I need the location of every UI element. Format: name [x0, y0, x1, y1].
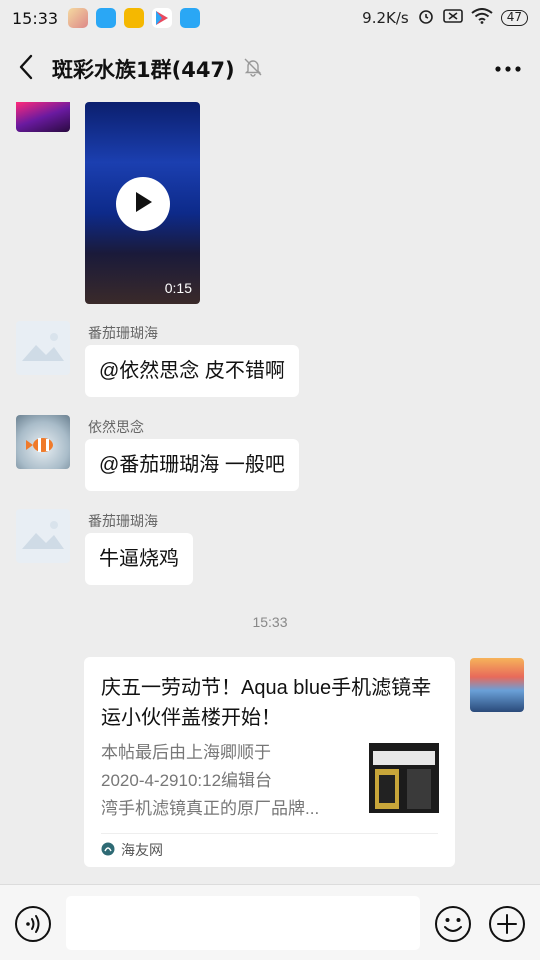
message-bubble[interactable]: @番茄珊瑚海 一般吧: [85, 439, 299, 491]
input-bar: [0, 884, 540, 960]
play-store-icon: [152, 8, 173, 28]
more-actions-button[interactable]: [488, 905, 526, 948]
network-speed: 9.2K/s: [362, 9, 409, 27]
app-icon-5: [180, 8, 201, 28]
bell-off-icon: [243, 57, 263, 82]
alarm-icon: [417, 7, 435, 29]
plus-icon: [488, 906, 526, 947]
image-placeholder-icon: [16, 321, 70, 375]
message-bubble[interactable]: 牛逼烧鸡: [85, 533, 193, 585]
chat-header: 斑彩水族1群(447): [0, 36, 540, 102]
status-bar: 15:33 9.2K/s 47: [0, 0, 540, 36]
avatar[interactable]: [16, 509, 70, 563]
app-icon-1: [68, 8, 89, 28]
app-icon-3: [124, 8, 145, 28]
sender-name: 番茄珊瑚海: [88, 513, 158, 529]
card-description: 本帖最后由上海卿顺于 2020-4-2910:12编辑台 湾手机滤镜真正的原厂品…: [101, 743, 320, 818]
message-timestamp: 15:33: [252, 614, 288, 630]
emoji-icon: [434, 906, 472, 947]
voice-icon: [14, 906, 52, 947]
sim-off-icon: [442, 8, 463, 28]
voice-button[interactable]: [14, 905, 52, 948]
card-source: 海友网: [101, 840, 163, 860]
message-bubble[interactable]: @依然思念 皮不错啊: [85, 345, 299, 397]
play-button[interactable]: [116, 177, 170, 231]
back-button[interactable]: [0, 36, 52, 102]
sender-name: 番茄珊瑚海: [88, 325, 158, 341]
message-input[interactable]: [66, 896, 420, 950]
avatar[interactable]: [16, 102, 70, 132]
video-duration: 0:15: [164, 280, 192, 296]
emoji-button[interactable]: [434, 905, 472, 948]
card-divider: [101, 833, 438, 834]
play-icon: [132, 190, 154, 219]
app-icon-2: [96, 8, 117, 28]
chevron-left-icon: [18, 54, 34, 85]
more-button[interactable]: [494, 58, 522, 85]
clownfish-avatar-image: [26, 438, 53, 452]
battery-indicator: 47: [500, 10, 528, 26]
status-time: 15:33: [12, 8, 59, 28]
wifi-icon: [471, 8, 493, 28]
link-card[interactable]: 庆五一劳动节！Aqua blue手机滤镜幸运小伙伴盖楼开始！ 本帖最后由上海卿顺…: [84, 657, 455, 867]
sender-name: 依然思念: [88, 419, 144, 435]
self-avatar[interactable]: [470, 658, 524, 712]
image-placeholder-icon: [16, 509, 70, 563]
card-thumbnail: [369, 743, 439, 813]
card-title: 庆五一劳动节！Aqua blue手机滤镜幸运小伙伴盖楼开始！: [101, 677, 432, 729]
card-source-label: 海友网: [121, 842, 163, 858]
video-message[interactable]: 0:15: [85, 102, 200, 304]
more-horizontal-icon: [494, 66, 522, 84]
avatar[interactable]: [16, 415, 70, 469]
source-logo-icon: [101, 842, 115, 859]
chat-title: 斑彩水族1群(447): [52, 58, 235, 82]
avatar[interactable]: [16, 321, 70, 375]
